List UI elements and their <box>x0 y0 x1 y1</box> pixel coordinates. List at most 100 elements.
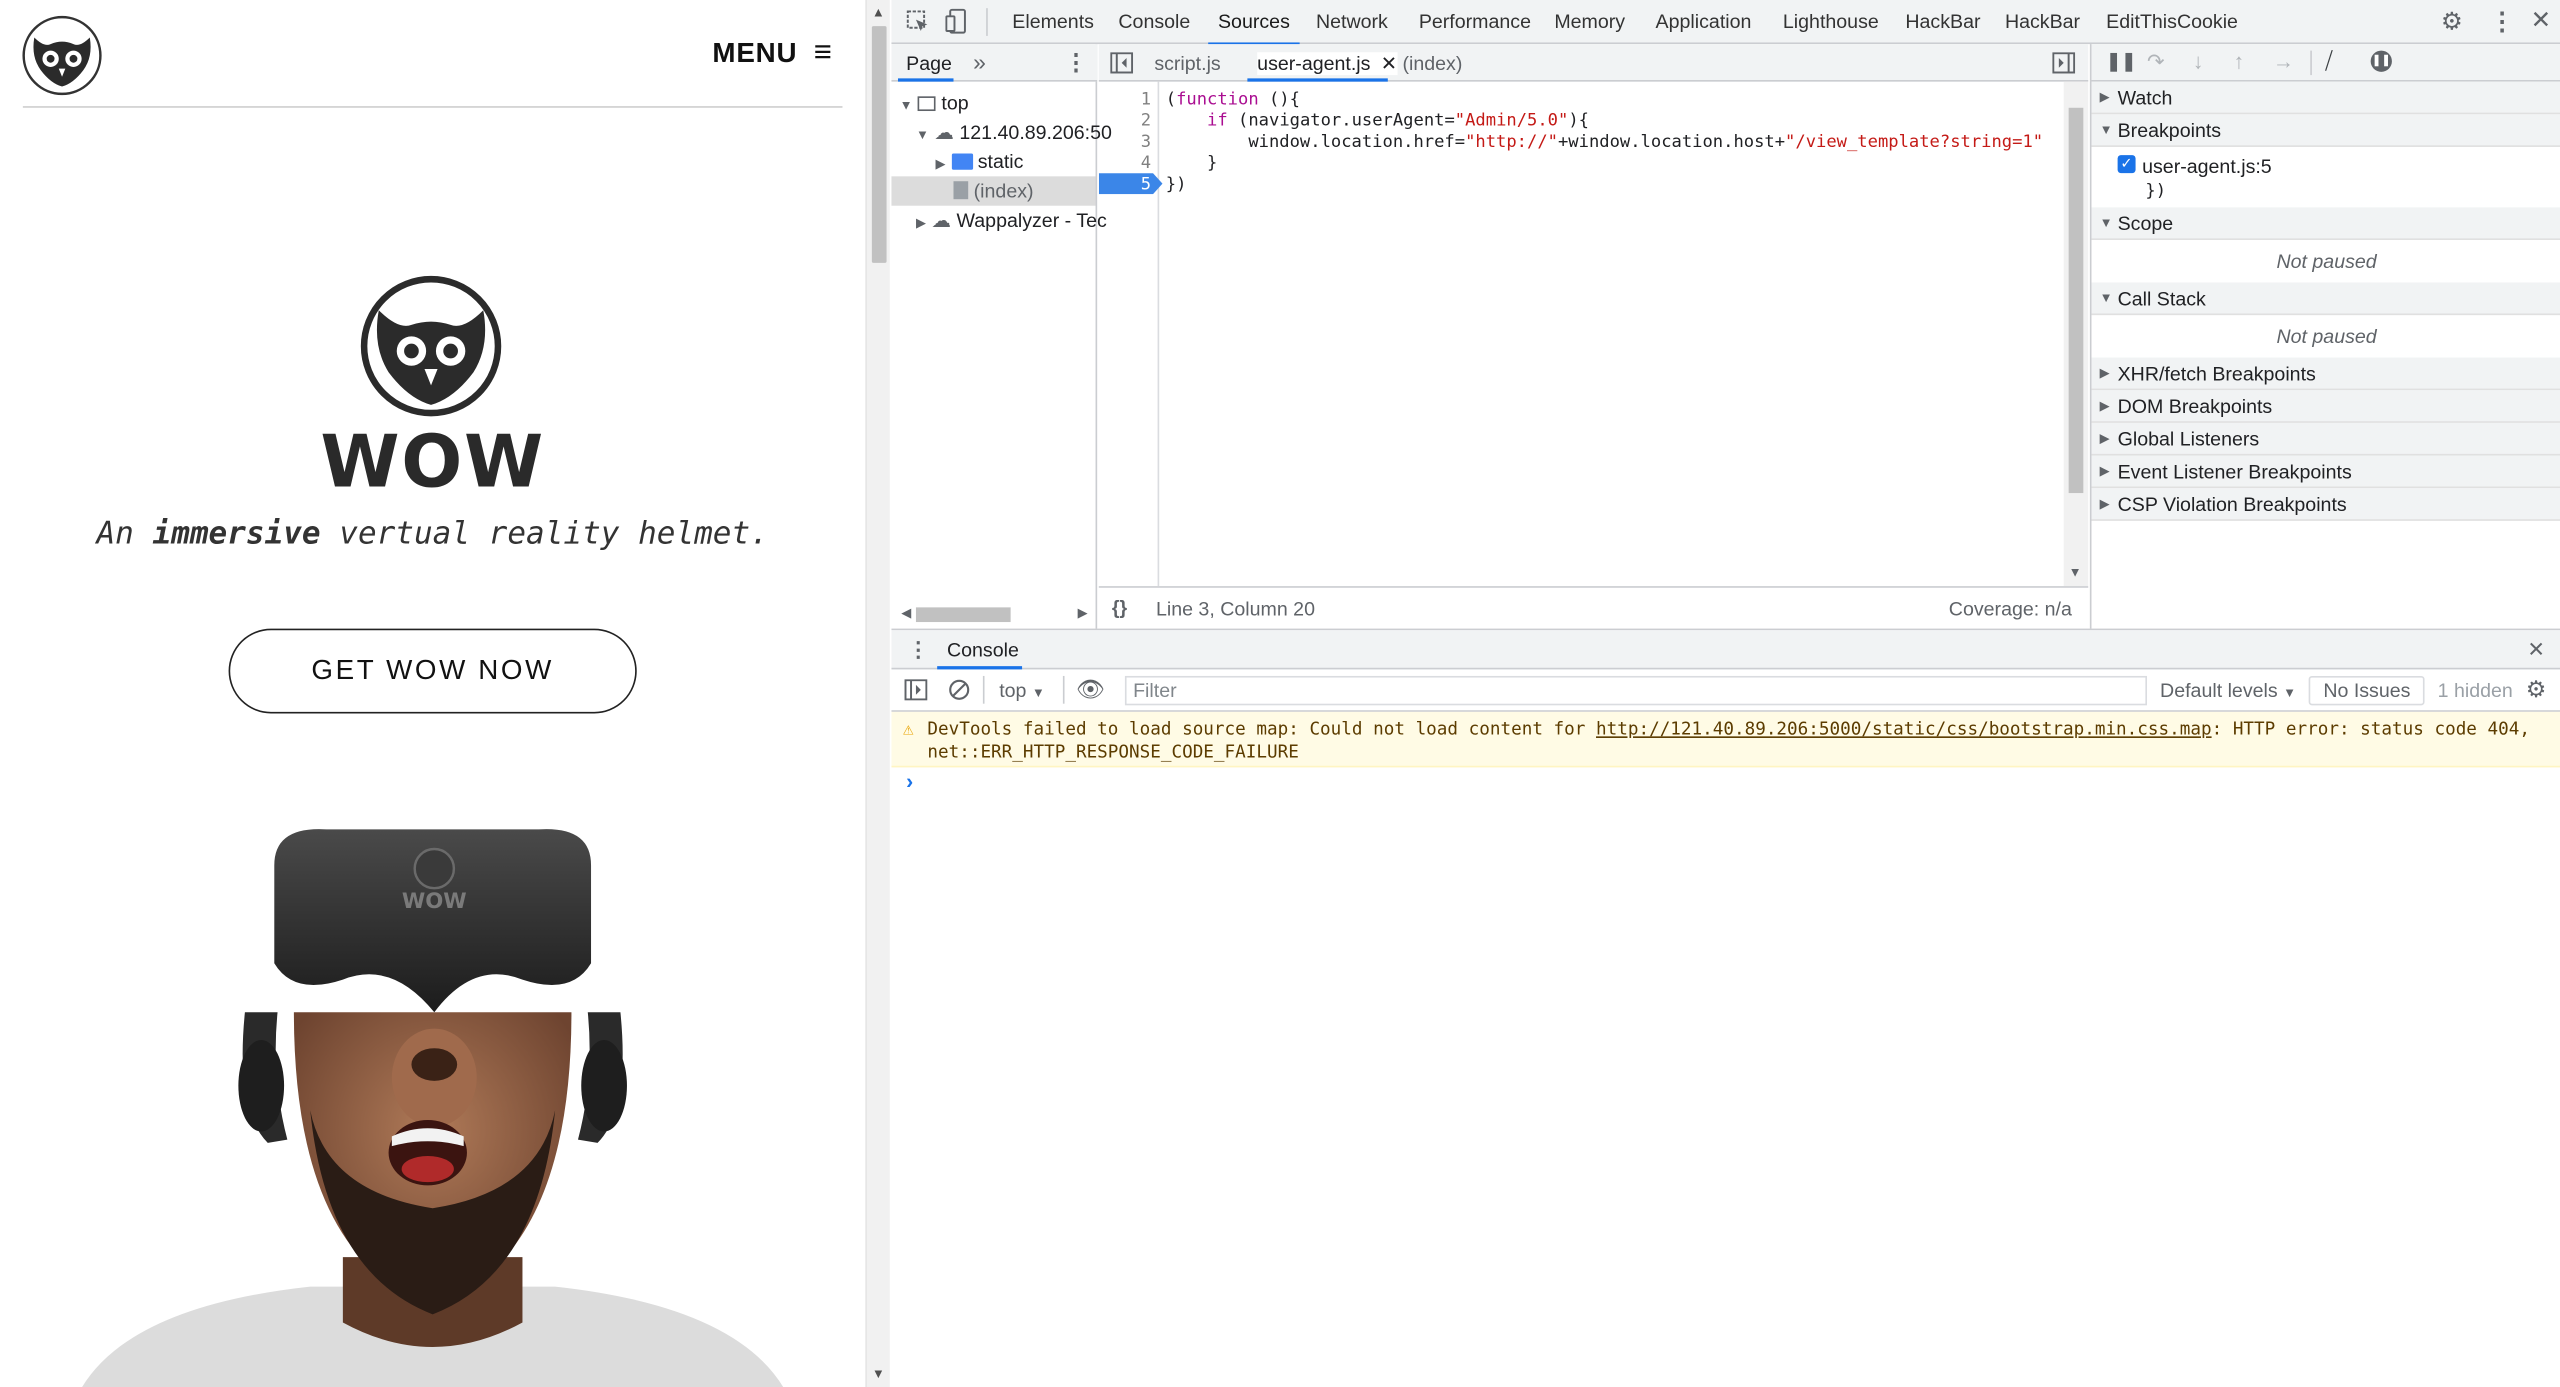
toolbar-divider <box>1062 675 1065 704</box>
context-selector[interactable]: top ▼ <box>999 679 1045 702</box>
more-tabs-chevron-icon[interactable]: » <box>973 49 986 75</box>
line-number[interactable]: 2 <box>1141 111 1151 131</box>
line-number[interactable]: 1 <box>1141 90 1151 110</box>
show-sidebar-icon[interactable] <box>904 679 928 701</box>
tab-editthiscookie[interactable]: EditThisCookie <box>2106 10 2238 33</box>
settings-gear-icon[interactable]: ⚙ <box>2441 7 2463 36</box>
toggle-debugger-icon[interactable] <box>2052 52 2076 74</box>
warning-text: : HTTP error: status code 404, <box>2211 718 2530 740</box>
pretty-print-icon[interactable]: {} <box>1112 596 1127 619</box>
section-label: Breakpoints <box>2117 119 2222 143</box>
breakpoint-checkbox[interactable]: ✓ <box>2117 155 2136 174</box>
code-line-5[interactable]: }) <box>1166 175 1187 195</box>
line-number-breakpoint[interactable]: 5 <box>1141 175 1151 195</box>
close-drawer-icon[interactable]: ✕ <box>2527 637 2545 663</box>
issues-button[interactable]: No Issues <box>2308 675 2426 706</box>
tab-elements[interactable]: Elements <box>1012 10 1094 33</box>
scroll-down-arrow-icon[interactable]: ▼ <box>2069 565 2082 580</box>
menu-button[interactable]: MENU ≡ <box>712 36 832 72</box>
scroll-left-arrow-icon[interactable]: ◀ <box>901 606 911 621</box>
source-map-link[interactable]: http://121.40.89.206:5000/static/css/boo… <box>1596 718 2212 739</box>
close-devtools-icon[interactable]: ✕ <box>2531 5 2552 35</box>
step-icon[interactable]: → <box>2273 49 2294 73</box>
get-wow-now-button[interactable]: GET WOW NOW <box>228 628 637 714</box>
editor-vscrollbar[interactable]: ▼ <box>2063 81 2089 587</box>
file-tab-index[interactable]: (index) <box>1402 52 1462 75</box>
code-line-4[interactable]: } <box>1166 153 1217 173</box>
hscrollbar-thumb[interactable] <box>915 607 1011 623</box>
drawer-tab-console[interactable]: Console <box>947 638 1019 661</box>
navigator-hscrollbar[interactable]: ◀ ▶ <box>891 602 1095 625</box>
console-prompt[interactable]: › <box>906 769 913 793</box>
tab-lighthouse[interactable]: Lighthouse <box>1783 10 1879 33</box>
scroll-up-arrow-icon[interactable]: ▲ <box>872 5 885 20</box>
tab-console[interactable]: Console <box>1118 10 1190 33</box>
console-settings-icon[interactable]: ⚙ <box>2526 676 2547 704</box>
section-event-listener-breakpoints[interactable]: ▶ Event Listener Breakpoints <box>2091 455 2560 489</box>
code-line-1[interactable]: (function (){ <box>1166 90 1300 110</box>
tree-item-top[interactable]: ▼ top <box>900 91 969 114</box>
navigator-tab-page[interactable]: Page <box>906 52 952 75</box>
section-xhr-breakpoints[interactable]: ▶ XHR/fetch Breakpoints <box>2091 357 2560 391</box>
deactivate-breakpoints-icon[interactable]: ⧸ <box>2325 47 2333 75</box>
inspect-element-icon[interactable] <box>906 10 929 33</box>
step-over-icon[interactable]: ↷ <box>2147 49 2165 75</box>
device-toolbar-icon[interactable] <box>945 8 968 34</box>
scroll-right-arrow-icon[interactable]: ▶ <box>1078 606 1088 621</box>
tab-sources[interactable]: Sources <box>1208 10 1300 46</box>
code-line-3[interactable]: window.location.href="http://"+window.lo… <box>1166 132 2043 152</box>
clear-console-icon[interactable] <box>949 679 970 700</box>
log-levels-dropdown[interactable]: Default levels ▼ <box>2160 679 2296 702</box>
section-scope[interactable]: ▼ Scope <box>2091 207 2560 241</box>
line-number[interactable]: 4 <box>1141 153 1151 173</box>
brand-title: WOW <box>320 421 545 505</box>
tab-network[interactable]: Network <box>1316 10 1388 33</box>
editor-vscrollbar-thumb[interactable] <box>2068 107 2084 494</box>
scroll-down-arrow-icon[interactable]: ▼ <box>872 1367 885 1382</box>
tree-item-wappalyzer[interactable]: ▶ ☁ Wappalyzer - Tec <box>916 209 1107 232</box>
console-toolbar: top ▼ 👁 Filter Default levels ▼ No Issue… <box>891 669 2560 712</box>
source-editor: script.js user-agent.js ✕ (index) 1 2 3 … <box>1098 44 2089 629</box>
tree-item-host[interactable]: ▼ ☁ 121.40.89.206:50 <box>916 121 1112 144</box>
page-scrollbar[interactable]: ▲ ▼ <box>865 0 890 1387</box>
tab-memory[interactable]: Memory <box>1554 10 1625 33</box>
navigator-header: Page » ⋮ <box>891 44 1098 82</box>
tab-application[interactable]: Application <box>1656 10 1752 33</box>
code-token: (navigator.userAgent= <box>1227 111 1455 131</box>
section-dom-breakpoints[interactable]: ▶ DOM Breakpoints <box>2091 390 2560 423</box>
navigator-menu-icon[interactable]: ⋮ <box>1065 49 1088 77</box>
line-number[interactable]: 3 <box>1141 132 1151 152</box>
warning-icon: ⚠ <box>902 718 914 740</box>
scope-not-paused: Not paused <box>2276 249 2377 273</box>
step-into-icon[interactable]: ↓ <box>2193 49 2204 73</box>
section-csp-breakpoints[interactable]: ▶ CSP Violation Breakpoints <box>2091 488 2560 521</box>
breakpoint-location[interactable]: user-agent.js:5 <box>2142 155 2272 178</box>
pause-icon[interactable]: ❚❚ <box>2106 51 2136 72</box>
console-filter-input[interactable]: Filter <box>1124 675 2148 706</box>
close-tab-icon[interactable]: ✕ <box>1381 52 1397 75</box>
tree-item-static[interactable]: ▶ static <box>936 150 1024 173</box>
toggle-navigator-icon[interactable] <box>1110 52 1134 74</box>
file-tab-user-agent-js[interactable]: user-agent.js ✕ <box>1257 52 1398 76</box>
more-options-icon[interactable]: ⋮ <box>2490 7 2514 36</box>
tree-item-index[interactable]: (index) <box>953 180 1034 202</box>
page-scrollbar-thumb[interactable] <box>871 26 887 263</box>
section-global-listeners[interactable]: ▶ Global Listeners <box>2091 422 2560 456</box>
tab-hackbar-2[interactable]: HackBar <box>2005 10 2080 33</box>
section-call-stack[interactable]: ▼ Call Stack <box>2091 282 2560 316</box>
step-out-icon[interactable]: ↑ <box>2234 49 2245 73</box>
code-line-2[interactable]: if (navigator.userAgent="Admin/5.0"){ <box>1166 111 1589 131</box>
tab-hackbar[interactable]: HackBar <box>1905 10 1980 33</box>
section-breakpoints[interactable]: ▼ Breakpoints <box>2091 114 2560 147</box>
coverage-status[interactable]: Coverage: n/a <box>1949 598 2072 621</box>
file-tab-script-js[interactable]: script.js <box>1154 52 1220 75</box>
drawer-menu-icon[interactable]: ⋮ <box>908 637 929 663</box>
section-watch[interactable]: ▶ Watch <box>2091 81 2560 115</box>
tab-performance[interactable]: Performance <box>1419 10 1531 33</box>
pause-on-exceptions-icon[interactable]: ❚❚ <box>2370 50 2392 72</box>
line-gutter[interactable]: 1 2 3 4 5 <box>1098 81 1163 587</box>
owl-logo-icon[interactable] <box>21 15 103 97</box>
console-input[interactable] <box>931 769 2547 795</box>
breakpoint-marker[interactable] <box>1098 173 1163 195</box>
live-expression-eye-icon[interactable]: 👁 <box>1076 676 1105 704</box>
